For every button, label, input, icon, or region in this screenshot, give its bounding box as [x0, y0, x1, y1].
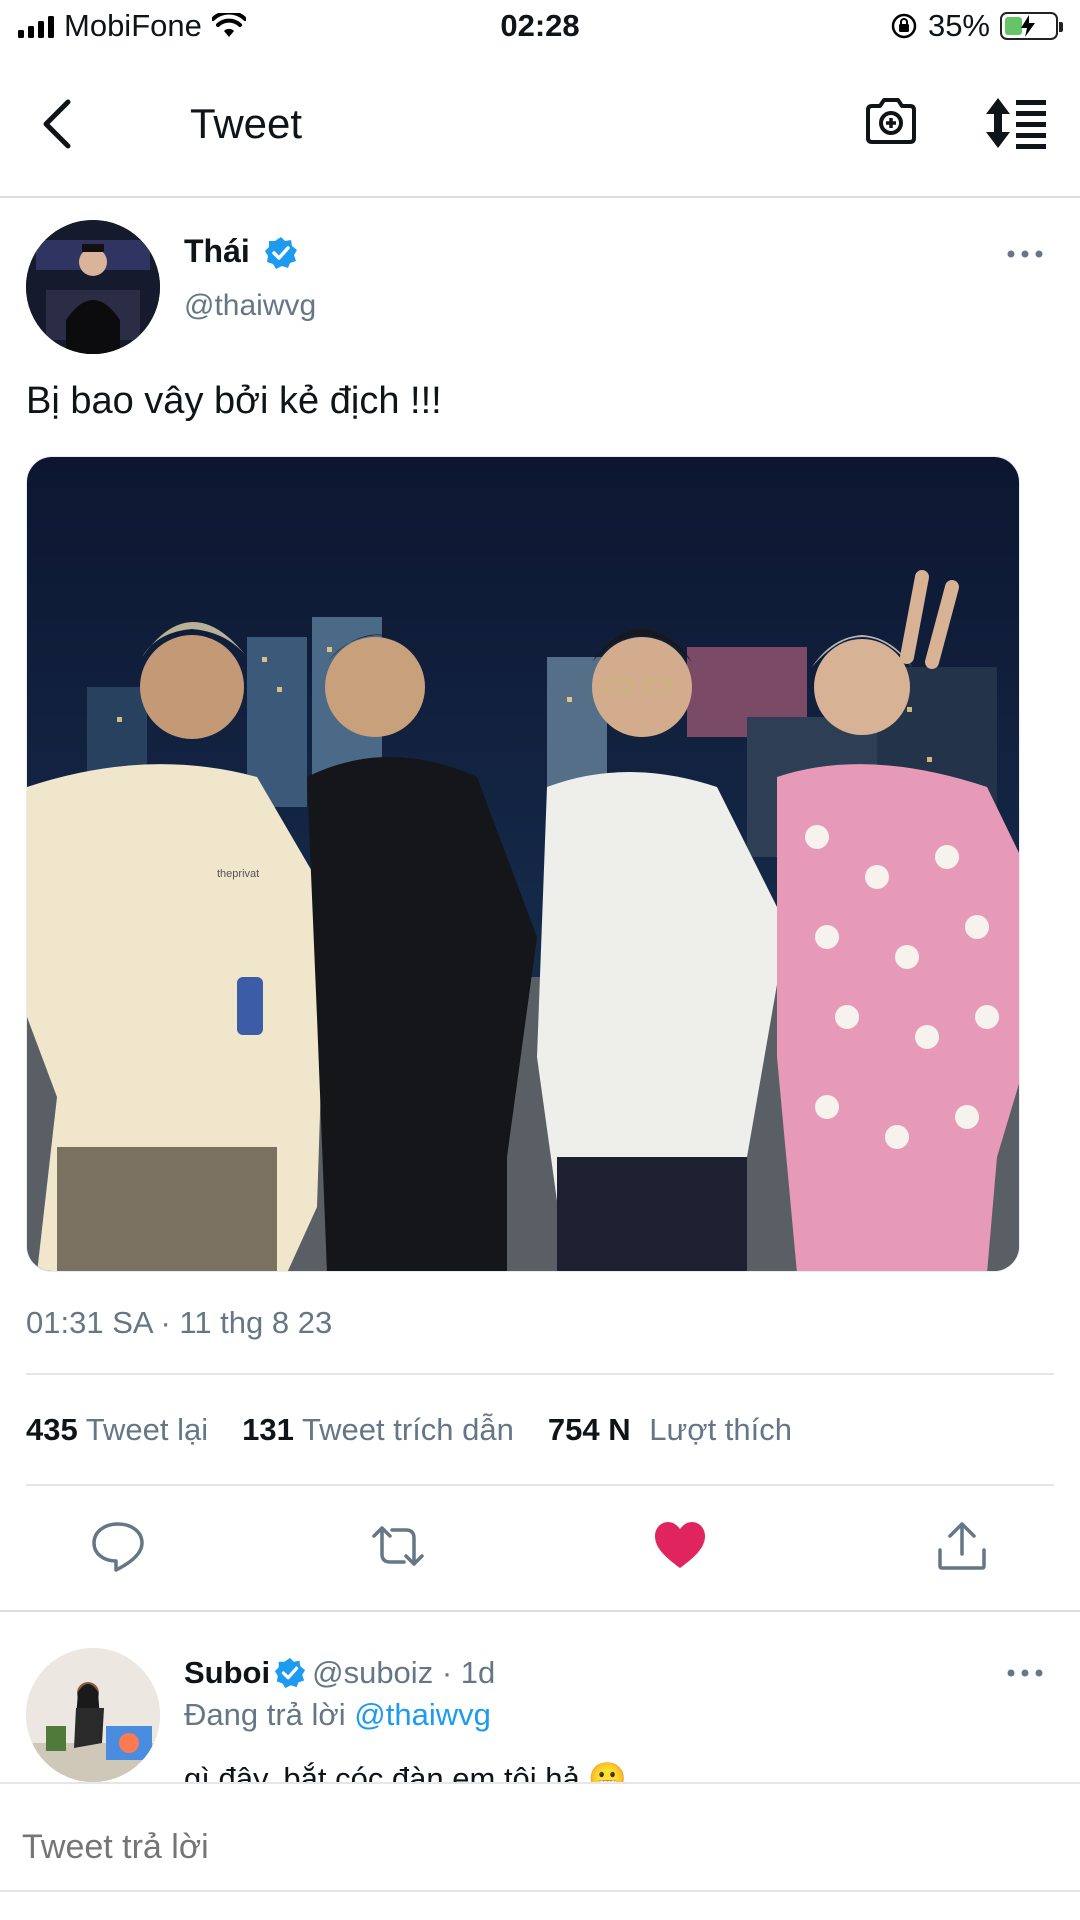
- section-divider: [0, 1610, 1080, 1612]
- replying-to: Đang trả lời @thaiwvg: [184, 1697, 491, 1733]
- tweet-photo[interactable]: theprivat: [26, 456, 1020, 1272]
- like-icon[interactable]: [652, 1518, 708, 1574]
- tweet-stats: 435 Tweet lại 131 Tweet trích dẫn 754 N …: [26, 1412, 792, 1448]
- retweets-stat[interactable]: 435 Tweet lại: [26, 1412, 208, 1448]
- reply-author-handle[interactable]: @suboiz: [312, 1655, 433, 1690]
- quotes-stat[interactable]: 131 Tweet trích dẫn: [242, 1412, 514, 1448]
- reply-composer: [0, 1782, 1080, 1920]
- reply-header: Suboi @suboiz · 1d: [184, 1655, 495, 1691]
- author-name[interactable]: Thái: [184, 233, 250, 270]
- status-bar: MobiFone 02:28 35%: [0, 0, 1080, 56]
- tweet-timestamp: 01:31 SA · 11 thg 8 23: [26, 1305, 333, 1340]
- page-title: Tweet: [190, 100, 303, 147]
- quotes-count: 131: [242, 1412, 294, 1447]
- nav-bar: Tweet: [0, 70, 1080, 198]
- replying-mention-link[interactable]: @thaiwvg: [354, 1697, 491, 1732]
- sort-icon[interactable]: [984, 96, 1048, 150]
- author-avatar[interactable]: [26, 220, 160, 354]
- reply-icon[interactable]: [90, 1518, 146, 1574]
- reply-input[interactable]: [22, 1828, 922, 1867]
- camera-add-icon[interactable]: [862, 92, 920, 150]
- shirt-print-text: theprivat: [217, 868, 259, 880]
- quotes-label: Tweet trích dẫn: [301, 1412, 514, 1447]
- retweets-label: Tweet lại: [85, 1412, 209, 1447]
- divider: [26, 1484, 1054, 1486]
- likes-stat[interactable]: 754 N Lượt thích: [548, 1412, 792, 1448]
- chevron-left-icon[interactable]: [30, 94, 90, 154]
- reply-age: · 1d: [441, 1655, 496, 1690]
- author-handle[interactable]: @thaiwvg: [184, 289, 316, 323]
- reply-author-name[interactable]: Suboi: [184, 1655, 270, 1690]
- rotation-lock-icon: [891, 13, 917, 39]
- retweets-count: 435: [26, 1412, 78, 1447]
- replying-prefix: Đang trả lời: [184, 1697, 346, 1732]
- status-right: 35%: [890, 8, 1063, 44]
- divider: [26, 1373, 1054, 1375]
- battery-percent: 35%: [927, 8, 990, 43]
- verified-badge-icon: [275, 1657, 306, 1689]
- share-icon[interactable]: [934, 1518, 990, 1574]
- likes-count: 754 N: [547, 1412, 631, 1447]
- retweet-icon[interactable]: [370, 1518, 426, 1574]
- composer-divider: [0, 1890, 1080, 1892]
- tweet-text: Bị bao vây bởi kẻ địch !!!: [26, 380, 442, 422]
- likes-label: Lượt thích: [649, 1412, 793, 1447]
- more-options-icon[interactable]: [1005, 246, 1045, 262]
- reply-author-avatar[interactable]: [26, 1648, 160, 1782]
- verified-badge-icon: [265, 237, 297, 269]
- battery-charging-icon: [1000, 12, 1063, 40]
- reply-more-options-icon[interactable]: [1005, 1665, 1045, 1681]
